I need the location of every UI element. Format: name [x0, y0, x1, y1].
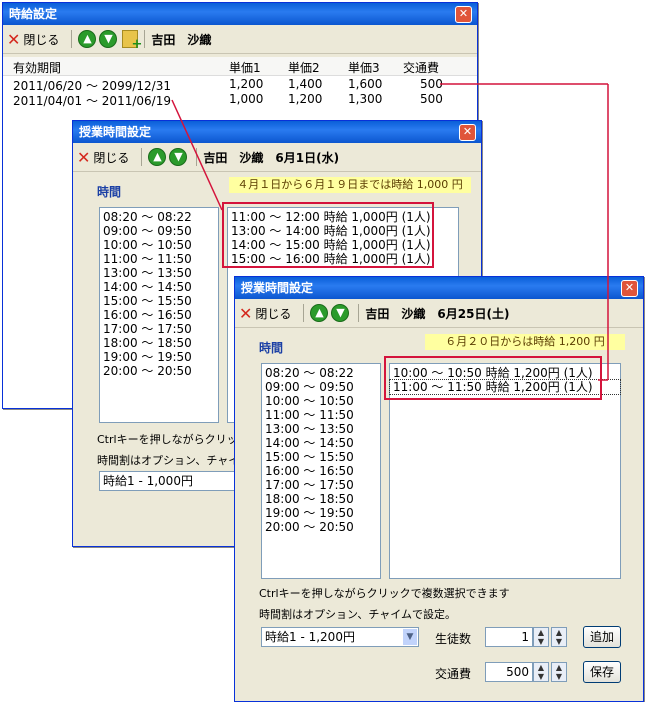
annotation-connectors	[171, 83, 609, 381]
connector-line	[171, 99, 223, 211]
